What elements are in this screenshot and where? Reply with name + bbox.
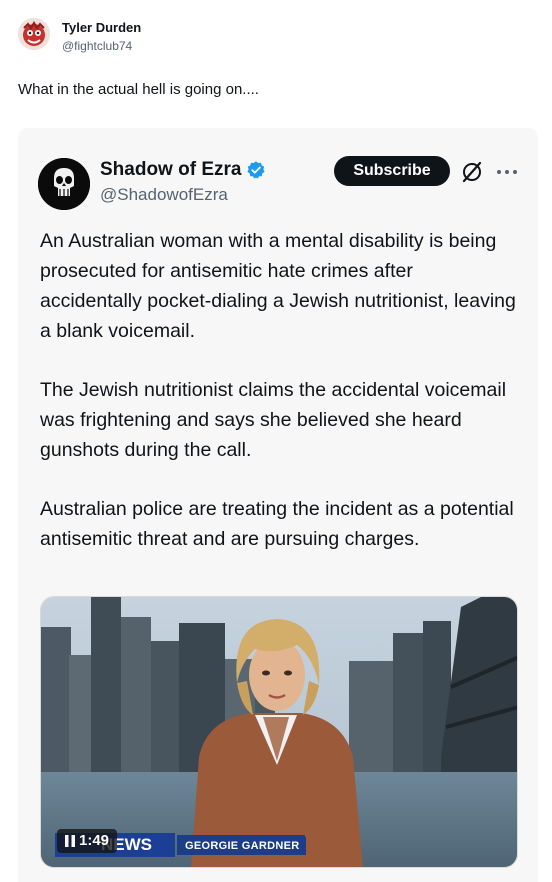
embed-avatar[interactable] <box>38 158 90 210</box>
embedded-post[interactable]: Shadow of Ezra @ShadowofEzra Subscribe A… <box>18 128 538 882</box>
embed-paragraph: The Jewish nutritionist claims the accid… <box>40 379 507 461</box>
author-handle[interactable]: @fightclub74 <box>62 38 141 54</box>
verified-badge-icon <box>247 161 266 179</box>
grok-icon[interactable] <box>460 160 484 184</box>
post-text: What in the actual hell is going on.... <box>18 81 259 98</box>
video-timestamp[interactable]: 1:49 <box>57 829 118 853</box>
pause-icon <box>65 835 75 847</box>
post-header: Tyler Durden @fightclub74 <box>18 18 141 54</box>
name-ticker: GEORGIE GARDNER <box>179 837 306 855</box>
embed-body: An Australian woman with a mental disabi… <box>40 226 520 583</box>
timestamp-label: 1:49 <box>79 832 110 849</box>
embed-author-handle[interactable]: @ShadowofEzra <box>100 184 266 206</box>
video-player[interactable]: NEWS 1:49 GEORGIE GARDNER <box>40 596 518 868</box>
embed-paragraph: An Australian woman with a mental disabi… <box>40 230 516 342</box>
author-name[interactable]: Tyler Durden <box>62 20 141 36</box>
more-options-icon[interactable] <box>496 168 518 176</box>
embed-paragraph: Australian police are treating the incid… <box>40 498 514 550</box>
skull-icon <box>38 158 90 210</box>
video-frame <box>41 597 517 867</box>
embed-author-name[interactable]: Shadow of Ezra <box>100 158 241 182</box>
avatar[interactable] <box>18 18 50 50</box>
subscribe-button[interactable]: Subscribe <box>334 156 450 186</box>
